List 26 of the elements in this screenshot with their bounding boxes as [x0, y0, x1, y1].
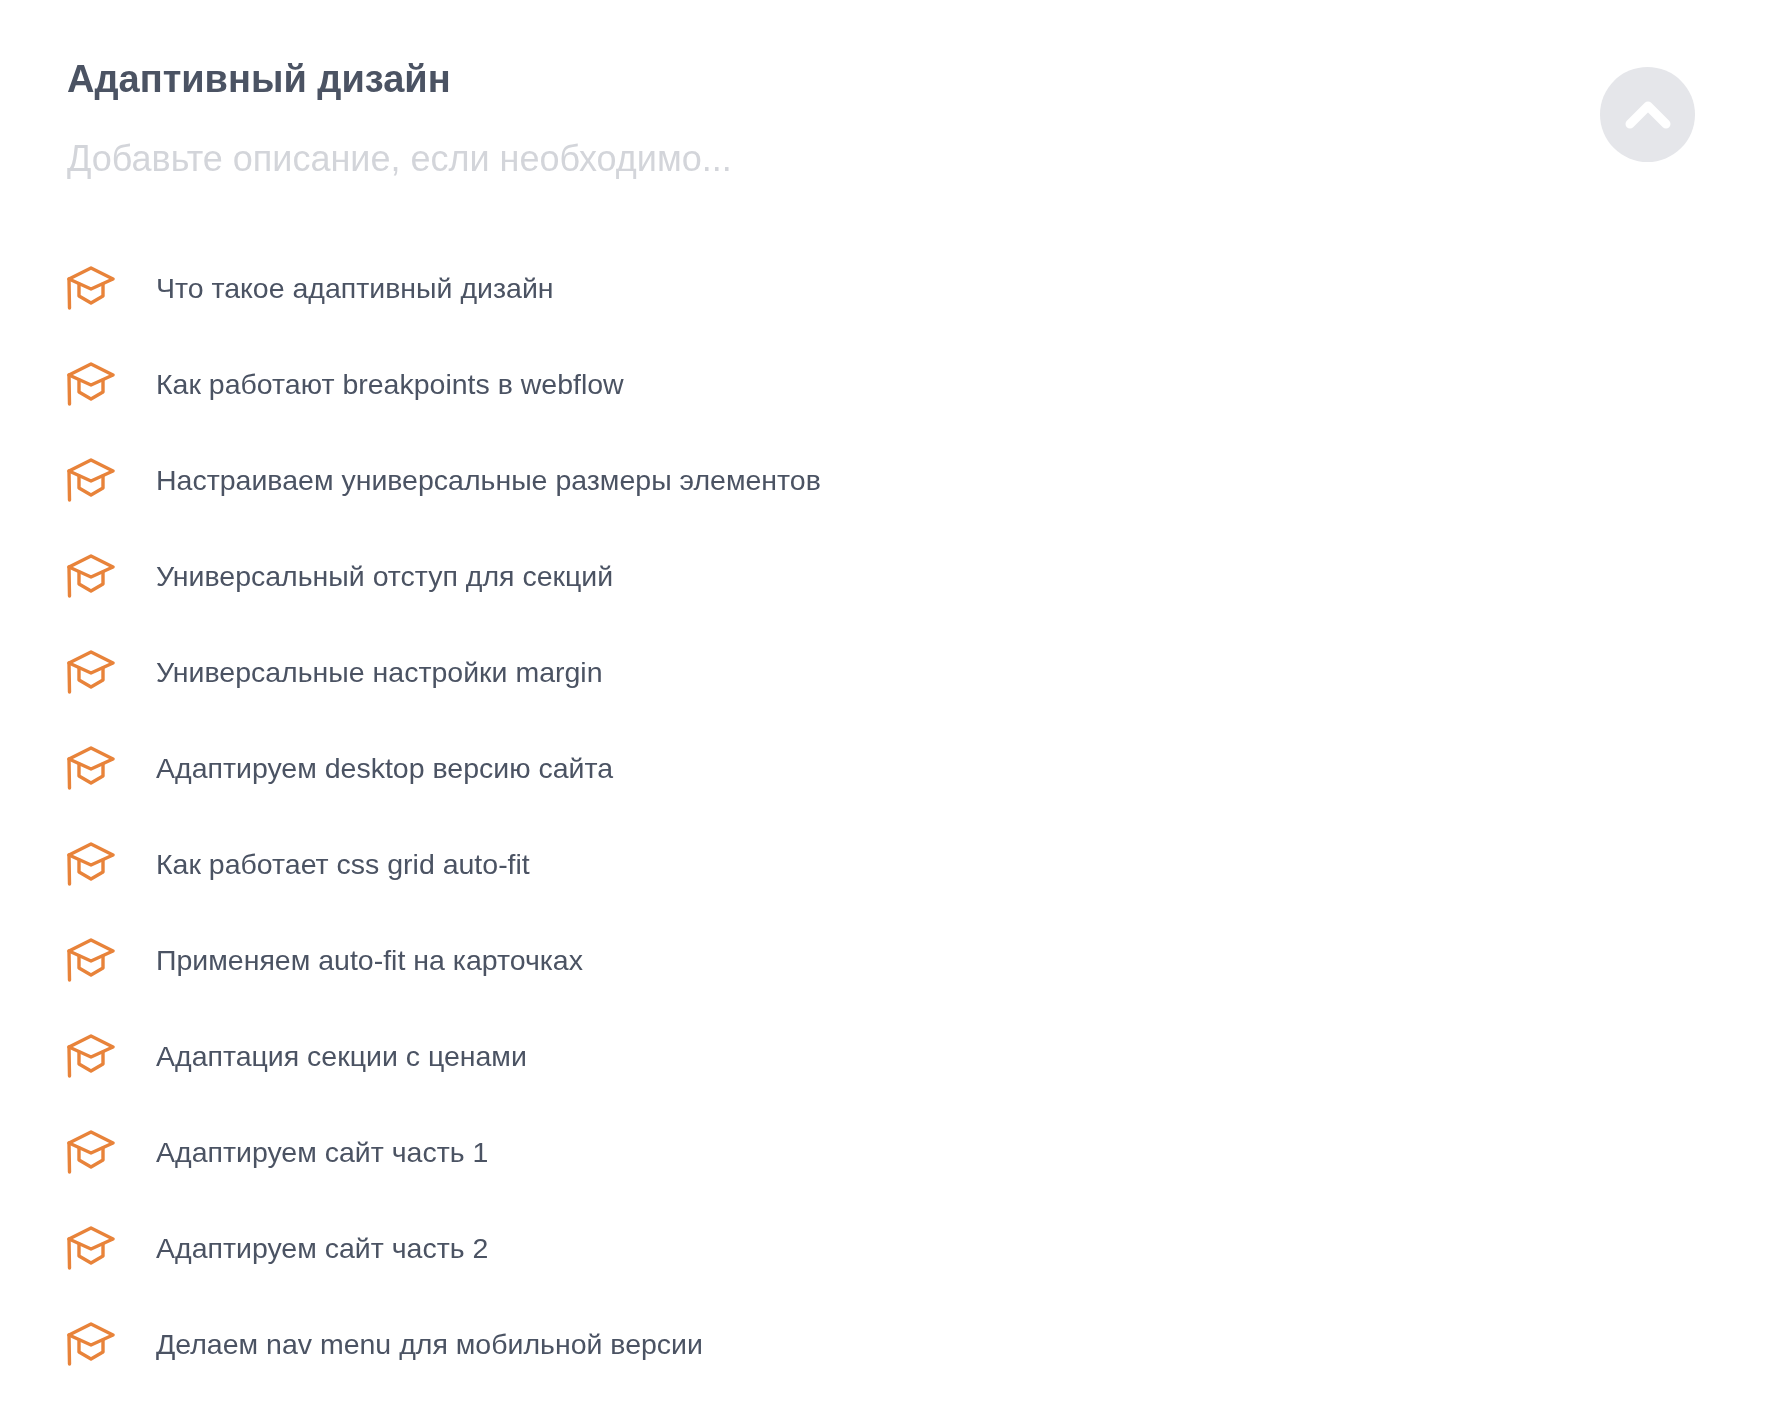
lesson-link[interactable]: Применяем auto-fit на карточках [156, 942, 583, 978]
graduation-cap-icon [67, 1322, 115, 1366]
lesson-link[interactable]: Универсальный отступ для секций [156, 558, 614, 594]
graduation-cap-icon [67, 650, 115, 694]
lesson-link[interactable]: Что такое адаптивный дизайн [156, 270, 554, 306]
lesson-link[interactable]: Настраиваем универсальные размеры элементов [156, 462, 821, 498]
graduation-cap-icon [67, 266, 115, 310]
graduation-cap-icon [67, 554, 115, 598]
graduation-cap-icon [67, 1034, 115, 1078]
graduation-cap-icon [67, 458, 115, 502]
graduation-cap-icon [67, 1130, 115, 1174]
lesson-link[interactable]: Универсальные настройки margin [156, 654, 603, 690]
lesson-link[interactable]: Делаем nav menu для мобильной версии [156, 1326, 703, 1362]
lesson-link[interactable]: Адаптация секции с ценами [156, 1038, 527, 1074]
lesson-link[interactable]: Как работает css grid auto-fit [156, 846, 530, 882]
graduation-cap-icon [67, 362, 115, 406]
graduation-cap-icon [67, 842, 115, 886]
graduation-cap-icon [67, 1226, 115, 1270]
graduation-cap-icon [67, 746, 115, 790]
lesson-link[interactable]: Адаптируем сайт часть 2 [156, 1230, 489, 1266]
chevron-up-icon [1624, 100, 1671, 129]
lesson-link[interactable]: Как работают breakpoints в webflow [156, 366, 624, 402]
graduation-cap-icon [67, 938, 115, 982]
lesson-link[interactable]: Адаптируем сайт часть 1 [156, 1134, 489, 1170]
lesson-link[interactable]: Адаптируем desktop версию сайта [156, 750, 614, 786]
section-title: Адаптивный дизайн [67, 57, 451, 101]
